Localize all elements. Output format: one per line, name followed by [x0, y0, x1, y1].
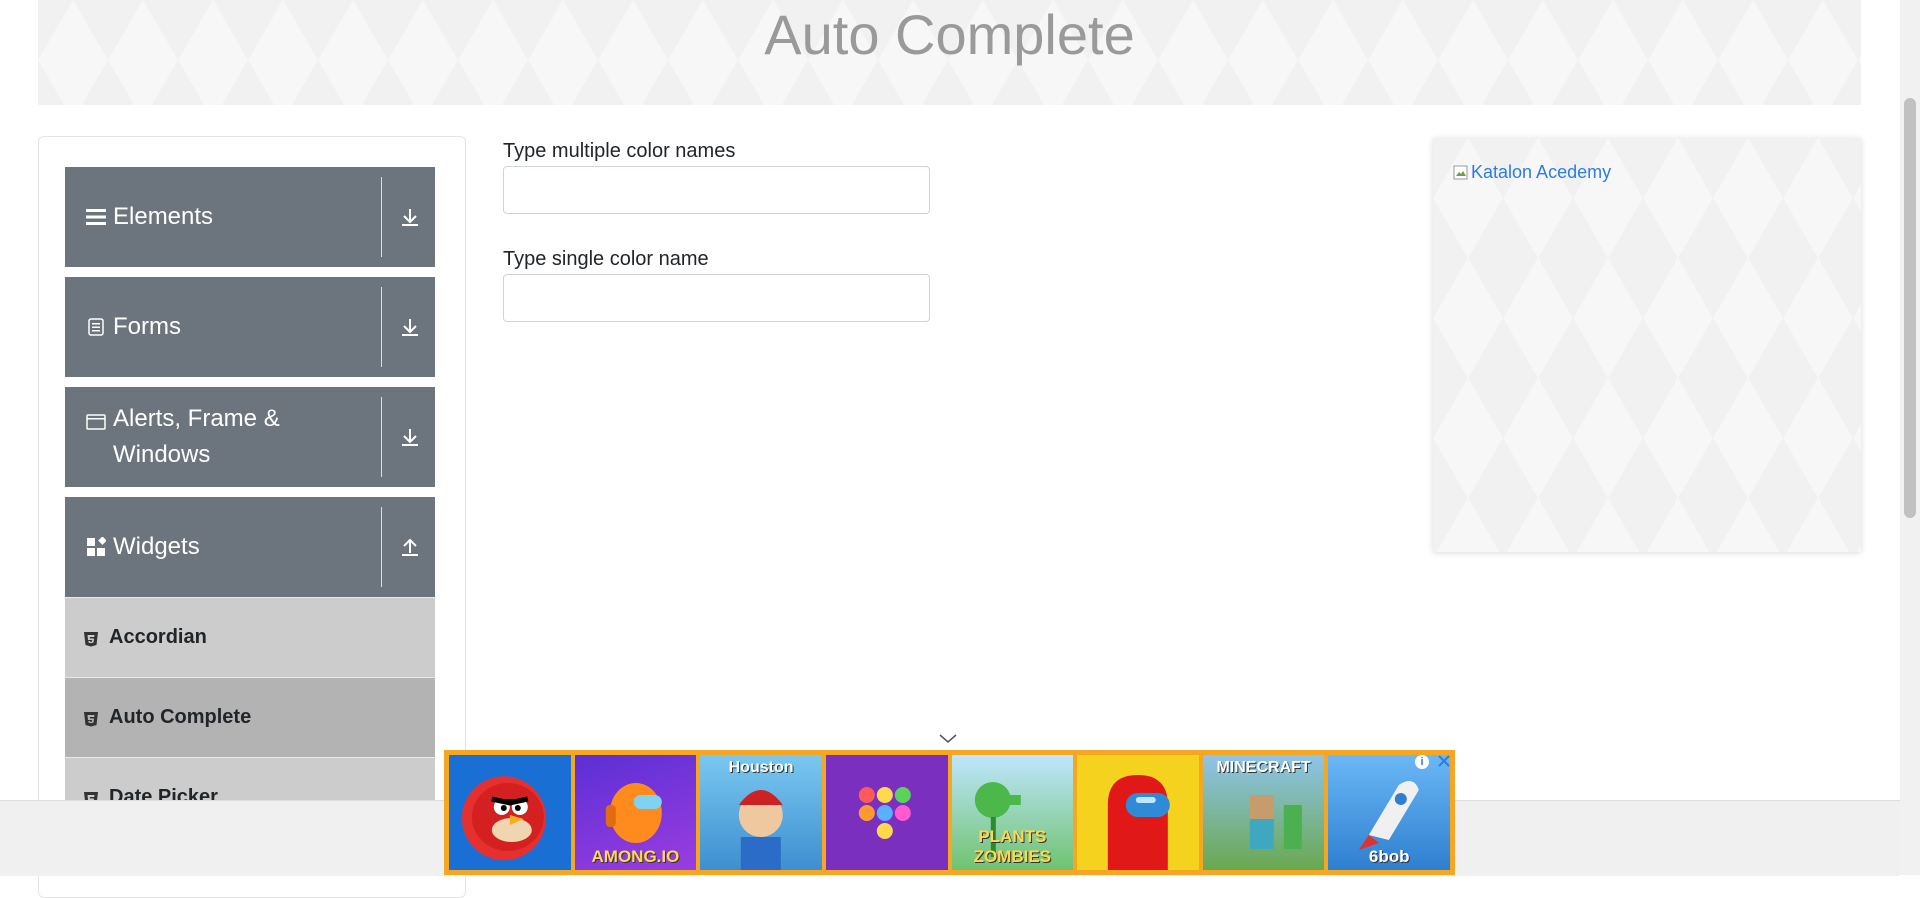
group-elements-label: Elements: [113, 203, 214, 230]
download-arrow-icon[interactable]: [395, 422, 425, 452]
html5-icon: [83, 710, 99, 726]
game-ad-angry-birds[interactable]: [449, 755, 571, 870]
game-ad-pop-it[interactable]: [825, 755, 948, 870]
game-ad-minecraft[interactable]: MINECRAFT: [1202, 755, 1325, 870]
broken-image-icon: [1453, 165, 1469, 181]
ad-info-icon[interactable]: i: [1415, 755, 1429, 769]
download-arrow-icon[interactable]: [395, 202, 425, 232]
ad-banner[interactable]: Katalon Acedemy: [1433, 138, 1861, 552]
group-divider: [381, 507, 382, 587]
group-divider: [381, 287, 382, 367]
game-ad-plants-vs-zombies[interactable]: PLANTS ZOMBIES: [951, 755, 1074, 870]
html5-icon: [83, 630, 99, 646]
sidebar-item-auto-complete[interactable]: Auto Complete: [65, 677, 435, 757]
sidebar-item-label: Accordian: [109, 626, 207, 648]
group-divider: [381, 177, 382, 257]
sidebar-item-accordian[interactable]: Accordian: [65, 597, 435, 677]
game-ad-houston[interactable]: Houston: [700, 755, 822, 870]
sidebar-item-label: Auto Complete: [109, 706, 252, 728]
group-alerts-frame-windows[interactable]: Alerts, Frame & Windows: [65, 387, 435, 487]
menu-icon: [85, 206, 107, 228]
upload-arrow-icon[interactable]: [395, 532, 425, 562]
among-us-icon: [1107, 775, 1170, 870]
page-title: Auto Complete: [764, 3, 1135, 66]
group-elements[interactable]: Elements: [65, 167, 435, 267]
left-panel: Elements Forms Alerts, Frame & Windows W…: [38, 136, 466, 898]
group-divider: [381, 397, 382, 477]
game-ad-label: 6bob: [1368, 847, 1410, 866]
game-ad-label: MINECRAFT: [1216, 759, 1311, 776]
game-ad-among-us-red[interactable]: [1077, 755, 1199, 870]
vertical-scrollbar[interactable]: [1900, 0, 1920, 875]
single-color-label: Type single color name: [503, 248, 709, 270]
katalon-ad-link[interactable]: Katalon Acedemy: [1453, 162, 1611, 183]
download-arrow-icon[interactable]: [395, 312, 425, 342]
game-ad-label: Houston: [728, 759, 794, 776]
game-ad-label: PLANTS ZOMBIES: [973, 827, 1052, 866]
widgets-icon: [85, 536, 107, 558]
ad-alt-text: Katalon Acedemy: [1471, 162, 1612, 182]
multi-color-input[interactable]: [503, 166, 930, 214]
group-widgets[interactable]: Widgets: [65, 497, 435, 597]
game-ad-strip[interactable]: AMONG.IO Houston PLANTS ZOMBIES MINECRAF…: [444, 750, 1455, 875]
window-icon: [85, 411, 107, 433]
pop-it-icon: [858, 787, 911, 839]
group-forms-label: Forms: [113, 313, 181, 340]
game-ad-6bob[interactable]: 6bob: [1328, 755, 1450, 870]
multi-color-label: Type multiple color names: [503, 140, 736, 162]
chevron-down-icon[interactable]: [938, 732, 958, 746]
group-alerts-label: Alerts, Frame & Windows: [113, 405, 280, 468]
game-ad-among-io[interactable]: AMONG.IO: [574, 755, 697, 870]
single-color-input[interactable]: [503, 274, 930, 322]
scrollbar-thumb[interactable]: [1904, 98, 1916, 518]
group-widgets-label: Widgets: [113, 533, 200, 560]
form-icon: [85, 316, 107, 338]
group-forms[interactable]: Forms: [65, 277, 435, 377]
angry-bird-icon: [471, 783, 544, 851]
ad-close-icon[interactable]: [1436, 753, 1452, 769]
game-ad-label: AMONG.IO: [591, 847, 680, 866]
header-banner: Auto Complete: [38, 0, 1861, 105]
